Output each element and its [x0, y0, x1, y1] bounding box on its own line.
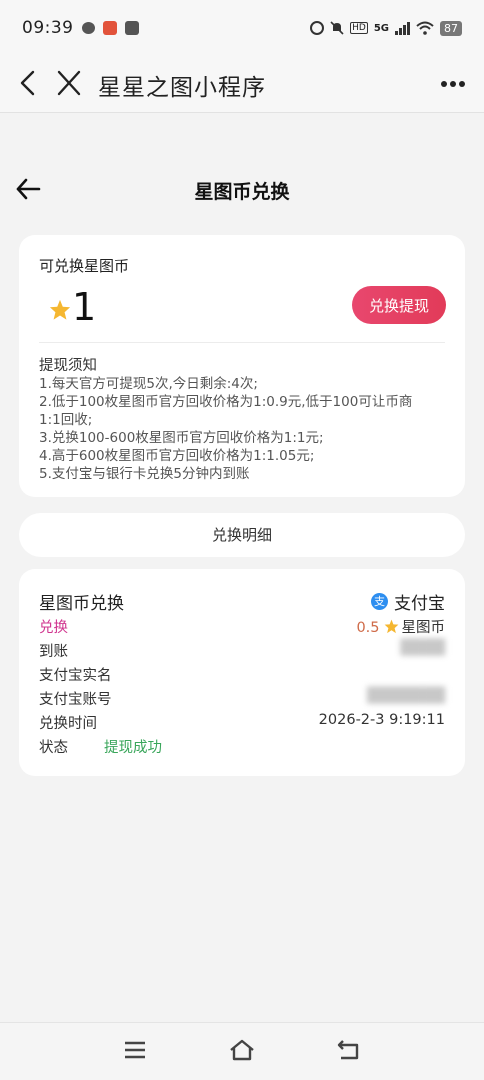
- close-icon[interactable]: [56, 68, 82, 98]
- amount-value: 0.5: [356, 620, 380, 636]
- exchange-detail-tab[interactable]: 兑换明细: [19, 513, 465, 557]
- account-label: 支付宝账号: [39, 692, 112, 708]
- mute-icon: [330, 21, 344, 35]
- status-value: 提现成功: [104, 740, 162, 756]
- recent-apps-icon[interactable]: [121, 1037, 149, 1063]
- chat-notification-icon: [81, 22, 95, 34]
- signal-icon: [395, 21, 410, 35]
- system-navigation-bar: [0, 1022, 484, 1080]
- record-amount: 0.5 星图币: [356, 616, 445, 637]
- record-row-name: 支付宝实名: [39, 664, 445, 686]
- status-bar: 09:39 HD 5G 87: [0, 0, 484, 56]
- record-row-account: 支付宝账号 ███████: [39, 688, 445, 710]
- status-left: 09:39: [22, 18, 139, 38]
- record-title: 星图币兑换: [39, 594, 124, 614]
- arrive-value-redacted: ████: [400, 640, 445, 656]
- page-header: 星图币兑换: [0, 165, 484, 217]
- record-row-status: 状态 提现成功: [39, 736, 445, 758]
- notice-line: 2.低于100枚星图币官方回收价格为1:0.9元,低于100可让币商: [39, 394, 413, 410]
- battery-icon: 87: [440, 20, 462, 36]
- page-title: 星图币兑换: [194, 181, 290, 203]
- star-coin-icon: [49, 299, 71, 320]
- withdraw-notice: 提现须知 1.每天官方可提现5次,今日剩余:4次; 2.低于100枚星图币官方回…: [39, 357, 447, 483]
- status-label: 状态: [39, 740, 68, 756]
- notice-line: 1.每天官方可提现5次,今日剩余:4次;: [39, 376, 258, 392]
- notice-line: 1:1回收;: [39, 412, 93, 428]
- balance-label: 可兑换星图币: [39, 257, 130, 275]
- notice-line: 3.兑换100-600枚星图币官方回收价格为1:1元;: [39, 430, 324, 446]
- status-time: 09:39: [22, 18, 74, 38]
- notice-title: 提现须知: [39, 358, 97, 374]
- alipay-icon: 支: [371, 593, 388, 610]
- time-label: 兑换时间: [39, 716, 97, 732]
- exchange-record-card: 星图币兑换 支 支付宝 兑换 0.5 星图币 到账 ████ 支付宝实名 支付宝账…: [19, 569, 465, 776]
- network-type: 5G: [373, 22, 389, 34]
- record-row-type: 兑换 0.5 星图币: [39, 616, 445, 638]
- record-row-arrive: 到账 ████: [39, 640, 445, 662]
- system-back-icon[interactable]: [335, 1037, 363, 1063]
- back-icon[interactable]: [16, 68, 40, 98]
- balance-card: 可兑换星图币 1 兑换提现 提现须知 1.每天官方可提现5次,今日剩余:4次; …: [19, 235, 465, 497]
- star-coin-icon: [384, 619, 398, 634]
- app-notification-icon-2: [124, 21, 139, 35]
- payment-method-label: 支付宝: [394, 594, 445, 614]
- account-value-redacted: ███████: [366, 688, 445, 704]
- balance-value: 1: [72, 285, 97, 329]
- alarm-icon: [310, 21, 325, 35]
- record-row-time: 兑换时间 2026-2-3 9:19:11: [39, 712, 445, 734]
- payment-method: 支 支付宝: [371, 589, 445, 614]
- hd-icon: HD: [350, 22, 368, 34]
- more-options-icon[interactable]: [440, 74, 466, 94]
- app-notification-icon: [102, 21, 117, 35]
- mini-program-title: 星星之图小程序: [98, 75, 266, 101]
- amount-unit: 星图币: [401, 620, 446, 636]
- time-value: 2026-2-3 9:19:11: [318, 712, 445, 728]
- status-right: HD 5G 87: [310, 20, 462, 36]
- record-type: 兑换: [39, 620, 68, 636]
- notice-line: 5.支付宝与银行卡兑换5分钟内到账: [39, 466, 250, 482]
- real-name-label: 支付宝实名: [39, 668, 112, 684]
- wifi-icon: [416, 21, 434, 35]
- withdraw-button[interactable]: 兑换提现: [352, 286, 446, 324]
- mini-program-navbar: 星星之图小程序: [0, 56, 484, 113]
- arrive-label: 到账: [39, 644, 68, 660]
- home-icon[interactable]: [228, 1037, 256, 1063]
- divider: [39, 342, 445, 343]
- notice-line: 4.高于600枚星图币官方回收价格为1:1.05元;: [39, 448, 315, 464]
